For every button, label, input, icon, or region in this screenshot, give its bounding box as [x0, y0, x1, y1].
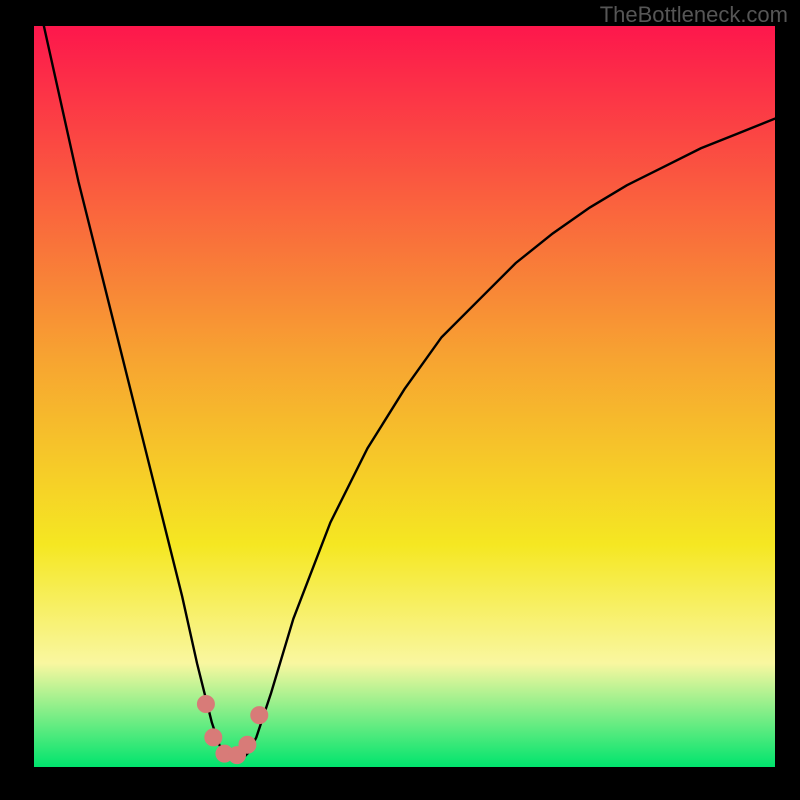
watermark-text: TheBottleneck.com [600, 2, 788, 28]
chart-frame: TheBottleneck.com [0, 0, 800, 800]
plot-area [34, 26, 775, 767]
trough-marker [239, 736, 256, 753]
chart-svg [34, 26, 775, 767]
trough-marker [205, 729, 222, 746]
gradient-background [34, 26, 775, 767]
trough-marker [251, 707, 268, 724]
trough-marker [197, 696, 214, 713]
